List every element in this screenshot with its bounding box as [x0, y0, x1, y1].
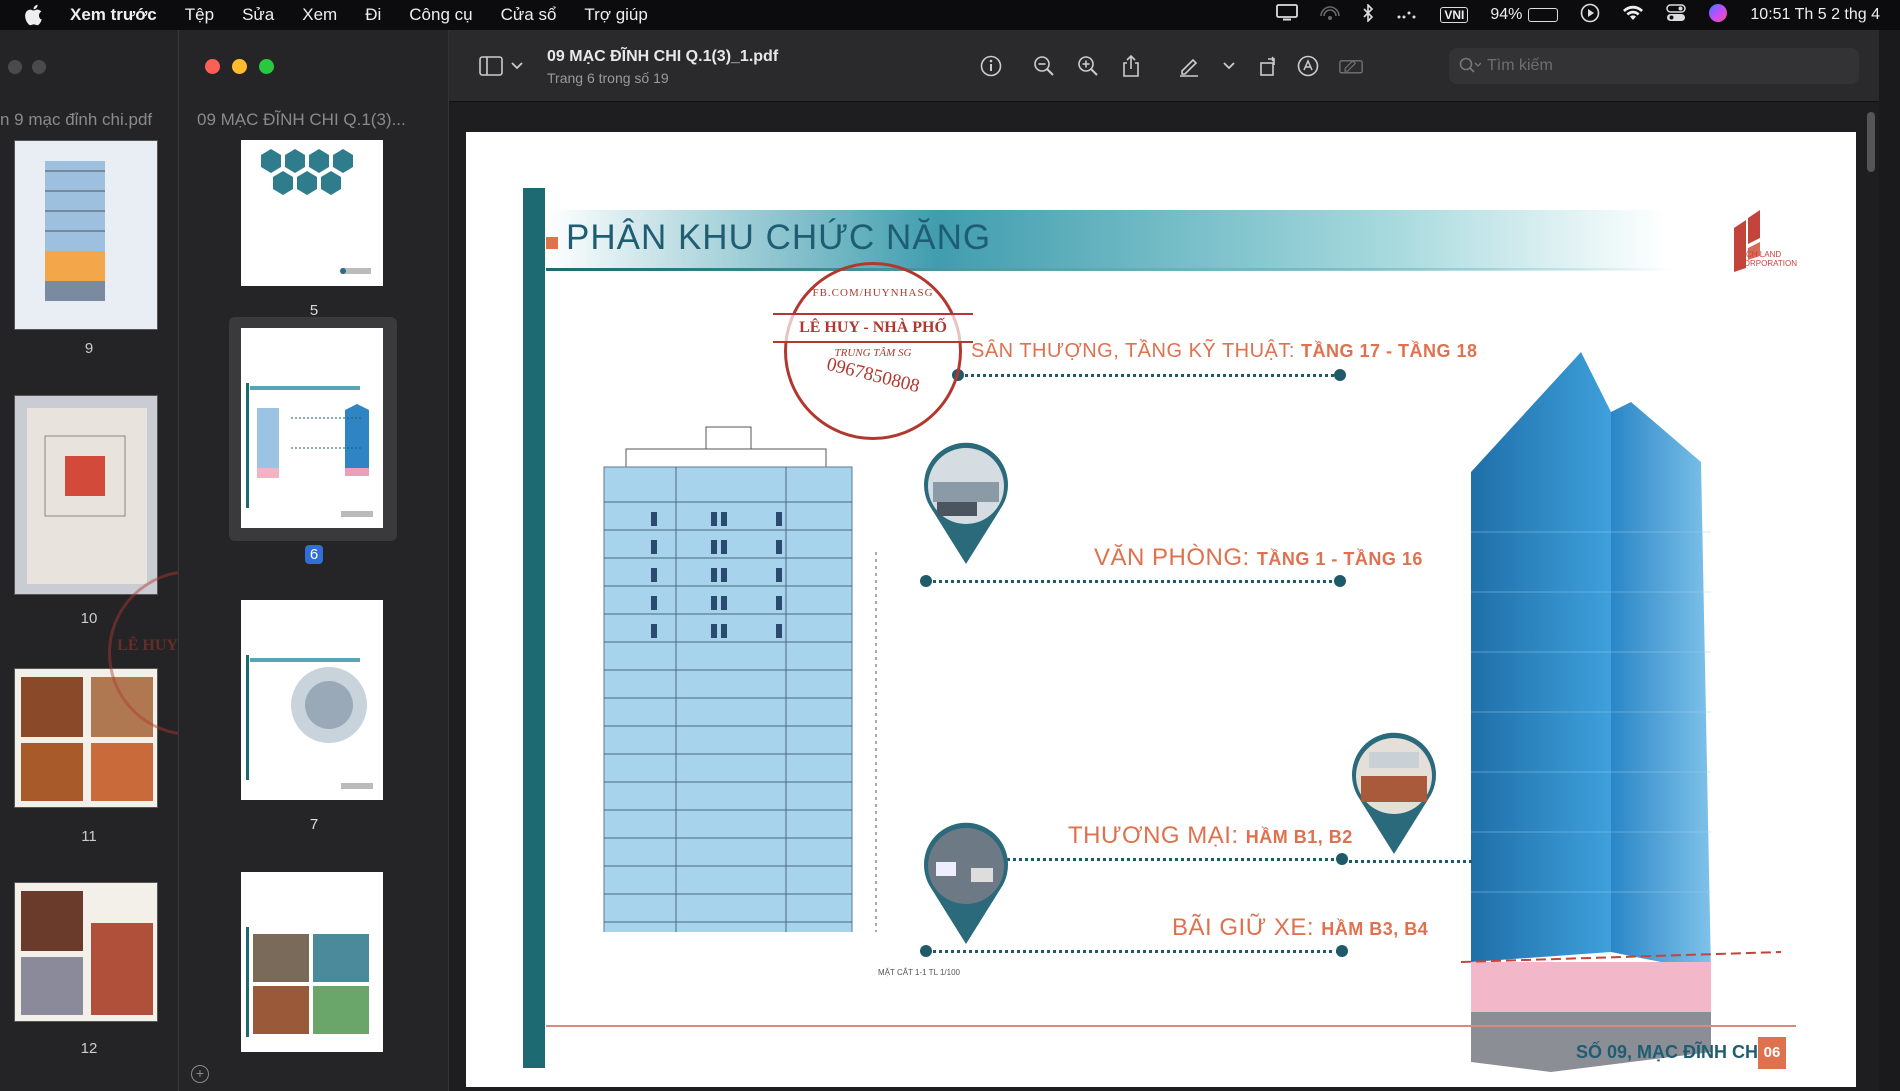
- search-field[interactable]: [1449, 48, 1859, 84]
- leader-parking: [926, 950, 1340, 953]
- apple-icon[interactable]: [24, 3, 48, 27]
- menu-app-name[interactable]: Xem trước: [70, 5, 157, 25]
- airdrop-icon[interactable]: [1320, 4, 1341, 27]
- document-page-status: Trang 6 trong số 19: [547, 70, 669, 86]
- background-thumbnail-12[interactable]: [14, 882, 158, 1022]
- sidebar-file-name: 09 MẠC ĐĨNH CHI Q.1(3)...: [197, 110, 406, 129]
- leader-dot-office-start: [920, 575, 932, 587]
- battery-icon: [1528, 8, 1559, 22]
- document-title: 09 MẠC ĐĨNH CHI Q.1(3)_1.pdf: [547, 48, 779, 65]
- menu-bar: Xem trước Tệp Sửa Xem Đi Công cụ Cửa sổ …: [0, 0, 1900, 30]
- stamp-name: LÊ HUY - NHÀ PHỐ: [773, 313, 973, 343]
- background-page-number: 11: [81, 828, 97, 845]
- wifi-icon[interactable]: [1622, 5, 1644, 26]
- footer-rule: [546, 1025, 1796, 1027]
- leader-dot-rooftop: [1334, 369, 1346, 381]
- share-icon[interactable]: [1119, 54, 1143, 78]
- menu-help[interactable]: Trợ giúp: [584, 5, 647, 25]
- thumbnail-page-6[interactable]: [241, 328, 383, 528]
- thumbnail-label: 7: [309, 816, 319, 833]
- background-thumbnail-9[interactable]: [14, 140, 158, 330]
- zone-label-office: VĂN PHÒNG: TẦNG 1 - TẦNG 16: [1094, 544, 1423, 571]
- menu-edit[interactable]: Sửa: [242, 5, 274, 25]
- info-icon[interactable]: [979, 54, 1003, 78]
- sidebar-icon: [479, 56, 503, 76]
- thumbnail-page-8[interactable]: [241, 872, 383, 1052]
- chevron-down-icon: [511, 62, 523, 70]
- leader-dot-office: [1334, 575, 1346, 587]
- leader-commercial-right: [1342, 860, 1472, 863]
- background-page-number: 12: [80, 1040, 98, 1057]
- menu-view[interactable]: Xem: [302, 5, 337, 25]
- footer-page-number: 06: [1758, 1037, 1786, 1069]
- siri-icon[interactable]: [1708, 3, 1728, 28]
- search-icon: [1459, 57, 1481, 73]
- menu-tools[interactable]: Công cụ: [409, 5, 472, 25]
- background-page-number: 9: [84, 340, 94, 357]
- menu-file[interactable]: Tệp: [185, 5, 214, 25]
- stamp-top-text: FB.COM/HUYNHASG: [812, 287, 934, 299]
- display-icon[interactable]: [1276, 3, 1299, 27]
- zone-label-parking: BÃI GIỮ XE: HẦM B3, B4: [1172, 914, 1429, 941]
- menu-go[interactable]: Đi: [365, 5, 381, 25]
- commercial-photo-pin: [1352, 732, 1436, 854]
- zone-label-rooftop: SÂN THƯỢNG, TẦNG KỸ THUẬT: TẦNG 17 - TẦN…: [971, 340, 1478, 362]
- add-page-icon[interactable]: +: [191, 1065, 209, 1083]
- building-render: [1461, 352, 1782, 1072]
- parking-photo-pin: [924, 822, 1008, 944]
- zoom-in-icon[interactable]: [1076, 54, 1100, 78]
- title-underline: [546, 268, 1676, 271]
- form-fill-icon[interactable]: [1339, 54, 1363, 78]
- logo-text: RICH LAND CORPORATION: [1738, 250, 1797, 268]
- preview-window: 09 MẠC ĐĨNH CHI Q.1(3)... 5 6 7 + 09 MẠC…: [178, 30, 1879, 1091]
- scrollbar-thumb[interactable]: [1867, 112, 1875, 172]
- markup-pen-icon[interactable]: [1177, 54, 1201, 78]
- background-thumbnail-10[interactable]: [14, 395, 158, 595]
- wifi-signal-icon[interactable]: [1396, 6, 1418, 25]
- leader-commercial: [1006, 858, 1342, 861]
- background-file-name: n 9 mạc đỉnh chi.pdf: [0, 110, 153, 129]
- leader-dot-parking: [1336, 945, 1348, 957]
- minimize-button[interactable]: [232, 59, 247, 74]
- zoom-button[interactable]: [259, 59, 274, 74]
- close-button[interactable]: [205, 59, 220, 74]
- window-controls: [205, 59, 274, 74]
- bluetooth-icon[interactable]: [1362, 2, 1374, 27]
- leader-office: [926, 580, 1340, 583]
- rotate-icon[interactable]: [1257, 54, 1281, 78]
- footer-address: SỐ 09, MẠC ĐĨNH CHI: [1576, 1042, 1764, 1062]
- page-left-bar: [523, 188, 545, 1068]
- thumbnail-sidebar[interactable]: 09 MẠC ĐĨNH CHI Q.1(3)... 5 6 7 +: [179, 30, 449, 1091]
- vertical-scrollbar[interactable]: [1864, 102, 1878, 1091]
- leader-rooftop: [958, 374, 1340, 377]
- thumbnail-label-selected: 6: [179, 545, 449, 564]
- menu-window[interactable]: Cửa sổ: [501, 5, 557, 25]
- search-input[interactable]: [1487, 57, 1827, 75]
- window-controls-inactive: [8, 60, 46, 74]
- section-caption: MẶT CẮT 1-1 TL 1/100: [878, 968, 960, 977]
- pdf-page: PHÂN KHU CHỨC NĂNG RICH LAND CORPORATION: [466, 132, 1856, 1087]
- selected-page-badge: 6: [304, 545, 324, 564]
- office-photo-pin: [924, 442, 1008, 564]
- leader-dot-commercial: [1336, 853, 1348, 865]
- play-icon[interactable]: [1580, 3, 1600, 28]
- page-title: PHÂN KHU CHỨC NĂNG: [566, 218, 992, 257]
- sidebar-toggle-button[interactable]: [479, 56, 523, 76]
- zoom-out-icon[interactable]: [1032, 54, 1056, 78]
- document-canvas[interactable]: PHÂN KHU CHỨC NĂNG RICH LAND CORPORATION: [449, 102, 1879, 1091]
- thumbnail-page-5[interactable]: [241, 140, 383, 286]
- input-method-indicator[interactable]: VNI: [1440, 7, 1469, 23]
- clock[interactable]: 10:51 Th 5 2 thg 4: [1750, 6, 1880, 24]
- zone-label-commercial: THƯƠNG MẠI: HẦM B1, B2: [1068, 822, 1353, 849]
- markup-toolbar-icon[interactable]: [1296, 54, 1320, 78]
- markup-chevron-down-icon[interactable]: [1217, 54, 1241, 78]
- toolbar: 09 MẠC ĐĨNH CHI Q.1(3)_1.pdf Trang 6 tro…: [449, 30, 1879, 102]
- control-center-icon[interactable]: [1666, 3, 1687, 27]
- thumbnail-page-7[interactable]: [241, 600, 383, 800]
- title-bullet: [546, 237, 558, 249]
- battery-percent: 94%: [1490, 6, 1523, 23]
- battery-indicator[interactable]: 94%: [1490, 6, 1559, 24]
- background-window[interactable]: n 9 mạc đỉnh chi.pdf 9 10 11 12 LÊ HUY -…: [0, 30, 274, 1091]
- watermark-stamp: FB.COM/HUYNHASG LÊ HUY - NHÀ PHỐ TRUNG T…: [773, 262, 973, 440]
